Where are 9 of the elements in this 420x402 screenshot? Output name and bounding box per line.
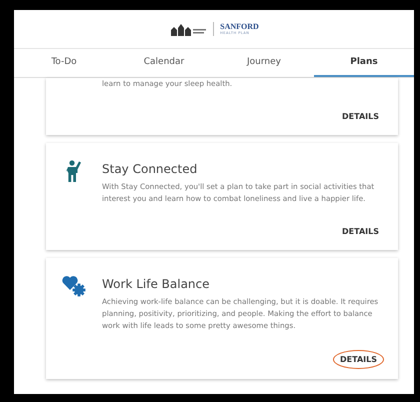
plan-title: Work Life Balance [102, 277, 211, 291]
heart-gear-icon [62, 275, 86, 297]
details-button[interactable]: DETAILS [337, 108, 384, 125]
plan-title: Stay Connected [102, 162, 198, 176]
details-button[interactable]: DETAILS [337, 223, 384, 240]
logo-icon [169, 22, 208, 36]
waving-person-icon [66, 160, 82, 182]
details-button[interactable]: DETAILS [333, 350, 384, 369]
brand-name: SANFORD [220, 22, 259, 31]
